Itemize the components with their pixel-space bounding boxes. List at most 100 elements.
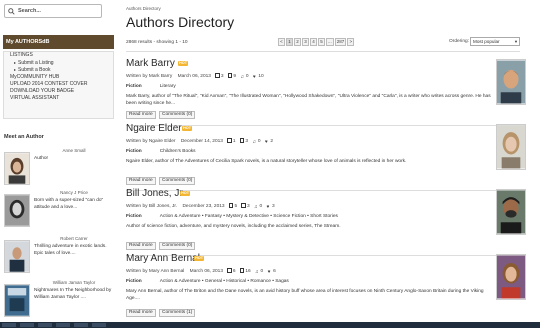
category-list[interactable]: Children's Books	[160, 149, 196, 154]
music-icon: ♫	[253, 204, 258, 210]
docs-count: 3	[220, 74, 224, 79]
image-icon	[241, 203, 246, 208]
menu-item-virtual-assistant[interactable]: VIRTUAL ASSISTANT	[4, 95, 113, 102]
image-icon	[239, 138, 245, 143]
menu-item-download-badge[interactable]: DOWNLOAD YOUR BADGE	[4, 88, 113, 95]
hot-badge: HOT	[194, 256, 205, 261]
entry-categories: Fiction Action & Adventure • Fantasy • My…	[126, 214, 338, 219]
pager-page[interactable]: 2	[294, 38, 301, 46]
written-by[interactable]: Written by Ngaire Elder	[126, 139, 176, 144]
author-name[interactable]: Nancy J Price	[34, 190, 114, 195]
likes-count: 10	[258, 74, 264, 79]
entry-date: December 14, 2013	[180, 139, 223, 144]
author-photo[interactable]	[4, 194, 30, 227]
main-content: Authors Directory Authors Directory 2868…	[120, 0, 540, 322]
taskbar-app-icon[interactable]	[92, 323, 106, 327]
written-by[interactable]: Written by Mary Ann Bernal	[126, 269, 184, 274]
menu-item-listings[interactable]: LISTINGS	[4, 52, 113, 59]
heart-icon: ♥	[252, 74, 256, 80]
read-more-button[interactable]: Read more	[126, 242, 156, 250]
document-icon	[215, 73, 220, 78]
pager-page[interactable]: 5	[318, 38, 325, 46]
music-icon: ♫	[240, 74, 244, 80]
entry-name[interactable]: Mark Barry	[126, 58, 175, 69]
divider	[126, 51, 520, 52]
entry-description: Mary Ann Bernal, author of The Briton an…	[126, 289, 484, 301]
category-list[interactable]: Action & Adventure • General • Historica…	[160, 279, 289, 284]
music-count: 0	[260, 269, 264, 274]
taskbar-app-icon[interactable]	[74, 323, 88, 327]
meet-author-card[interactable]: Anne Small Author	[4, 148, 114, 188]
author-blurb: Author	[34, 156, 49, 161]
pager-page[interactable]: 1	[286, 38, 293, 46]
start-button[interactable]	[2, 323, 16, 327]
comments-button[interactable]: Comments (1)	[159, 309, 196, 317]
pager-page[interactable]: 4	[310, 38, 317, 46]
entry-date: December 23, 2013	[182, 204, 225, 209]
entry-description: Mark Barry, author of "The Ritual", "Kid…	[126, 94, 491, 106]
search-input[interactable]: Search...	[4, 4, 102, 18]
meet-author-card[interactable]: Nancy J Price Born with a super-sized "c…	[4, 190, 114, 230]
author-photo[interactable]	[4, 240, 30, 273]
taskbar-app-icon[interactable]	[56, 323, 70, 327]
entry-date: March 06, 2013	[189, 269, 223, 274]
meet-author-card[interactable]: William Jaman Taylor Nightmares In The N…	[4, 280, 114, 320]
images-count: 9	[233, 74, 237, 79]
author-photo[interactable]	[496, 189, 526, 235]
pagination: < 1 2 3 4 5 ... 287 >	[278, 38, 355, 46]
myauthors-header[interactable]: My AUTHORSdB	[3, 35, 114, 49]
author-name[interactable]: William Jaman Taylor	[34, 280, 114, 285]
os-taskbar	[0, 322, 540, 328]
author-name[interactable]: Robert Carrer	[34, 236, 114, 241]
images-count: 3	[245, 139, 249, 144]
entry-name[interactable]: Mary Ann Bernal	[126, 253, 200, 264]
written-by[interactable]: Written by Mark Barry	[126, 74, 172, 79]
search-placeholder: Search...	[18, 8, 41, 14]
entry-name[interactable]: Bill Jones, Jr.	[126, 188, 185, 199]
read-more-button[interactable]: Read more	[126, 177, 156, 185]
pager-prev[interactable]: <	[278, 38, 285, 46]
menu-item-community-hub[interactable]: MyCOMMUNITY HUB	[4, 74, 113, 81]
comments-button[interactable]: Comments (0)	[159, 177, 196, 185]
sidebar-menu: LISTINGS Submit a Listing Submit a Book …	[3, 51, 114, 119]
author-name[interactable]: Anne Small	[34, 148, 114, 153]
author-photo[interactable]	[4, 152, 30, 185]
book-cover[interactable]	[4, 284, 30, 317]
entry-meta: Written by Ngaire Elder December 14, 201…	[126, 138, 273, 145]
taskbar-app-icon[interactable]	[38, 323, 52, 327]
category-list[interactable]: Action & Adventure • Fantasy • Mystery &…	[160, 214, 338, 219]
page-title: Authors Directory	[126, 14, 235, 30]
menu-item-upload-contest-cover[interactable]: UPLOAD 2014 CONTEST COVER	[4, 81, 113, 88]
hot-badge: HOT	[178, 61, 189, 66]
read-more-button[interactable]: Read more	[126, 111, 156, 119]
entry-name[interactable]: Ngaire Elder	[126, 123, 182, 134]
docs-count: 6	[232, 269, 236, 274]
ordering-label: Ordering:	[449, 39, 469, 44]
author-photo[interactable]	[496, 124, 526, 170]
meet-author-card[interactable]: Robert Carrer Thrilling adventure in exo…	[4, 236, 114, 276]
entry-description: Ngaire Elder, author of The Adventures o…	[126, 159, 407, 164]
ordering-value: Most popular	[473, 39, 500, 44]
author-photo[interactable]	[496, 59, 526, 105]
ordering-select[interactable]: Most popular ▼	[470, 37, 520, 46]
breadcrumb[interactable]: Authors Directory	[126, 6, 161, 11]
read-more-button[interactable]: Read more	[126, 309, 156, 317]
music-count: 0	[257, 139, 261, 144]
image-icon	[227, 73, 233, 78]
menu-item-submit-listing[interactable]: Submit a Listing	[4, 59, 113, 66]
author-photo[interactable]	[496, 254, 526, 300]
taskbar-app-icon[interactable]	[20, 323, 34, 327]
comments-button[interactable]: Comments (0)	[159, 242, 196, 250]
music-count: 0	[259, 204, 263, 209]
results-count: 2868 results - showing 1 - 10	[126, 40, 188, 45]
menu-item-submit-book[interactable]: Submit a Book	[4, 66, 113, 73]
pager-next[interactable]: >	[347, 38, 355, 46]
music-count: 0	[245, 74, 249, 79]
hot-badge: HOT	[180, 191, 191, 196]
written-by[interactable]: Written by Bill Jones, Jr.	[126, 204, 177, 209]
entry-categories: Fiction Literary	[126, 84, 176, 89]
comments-button[interactable]: Comments (0)	[159, 111, 196, 119]
pager-page[interactable]: 287	[334, 38, 347, 46]
category-list[interactable]: Literary	[160, 84, 176, 89]
pager-page[interactable]: 3	[302, 38, 309, 46]
